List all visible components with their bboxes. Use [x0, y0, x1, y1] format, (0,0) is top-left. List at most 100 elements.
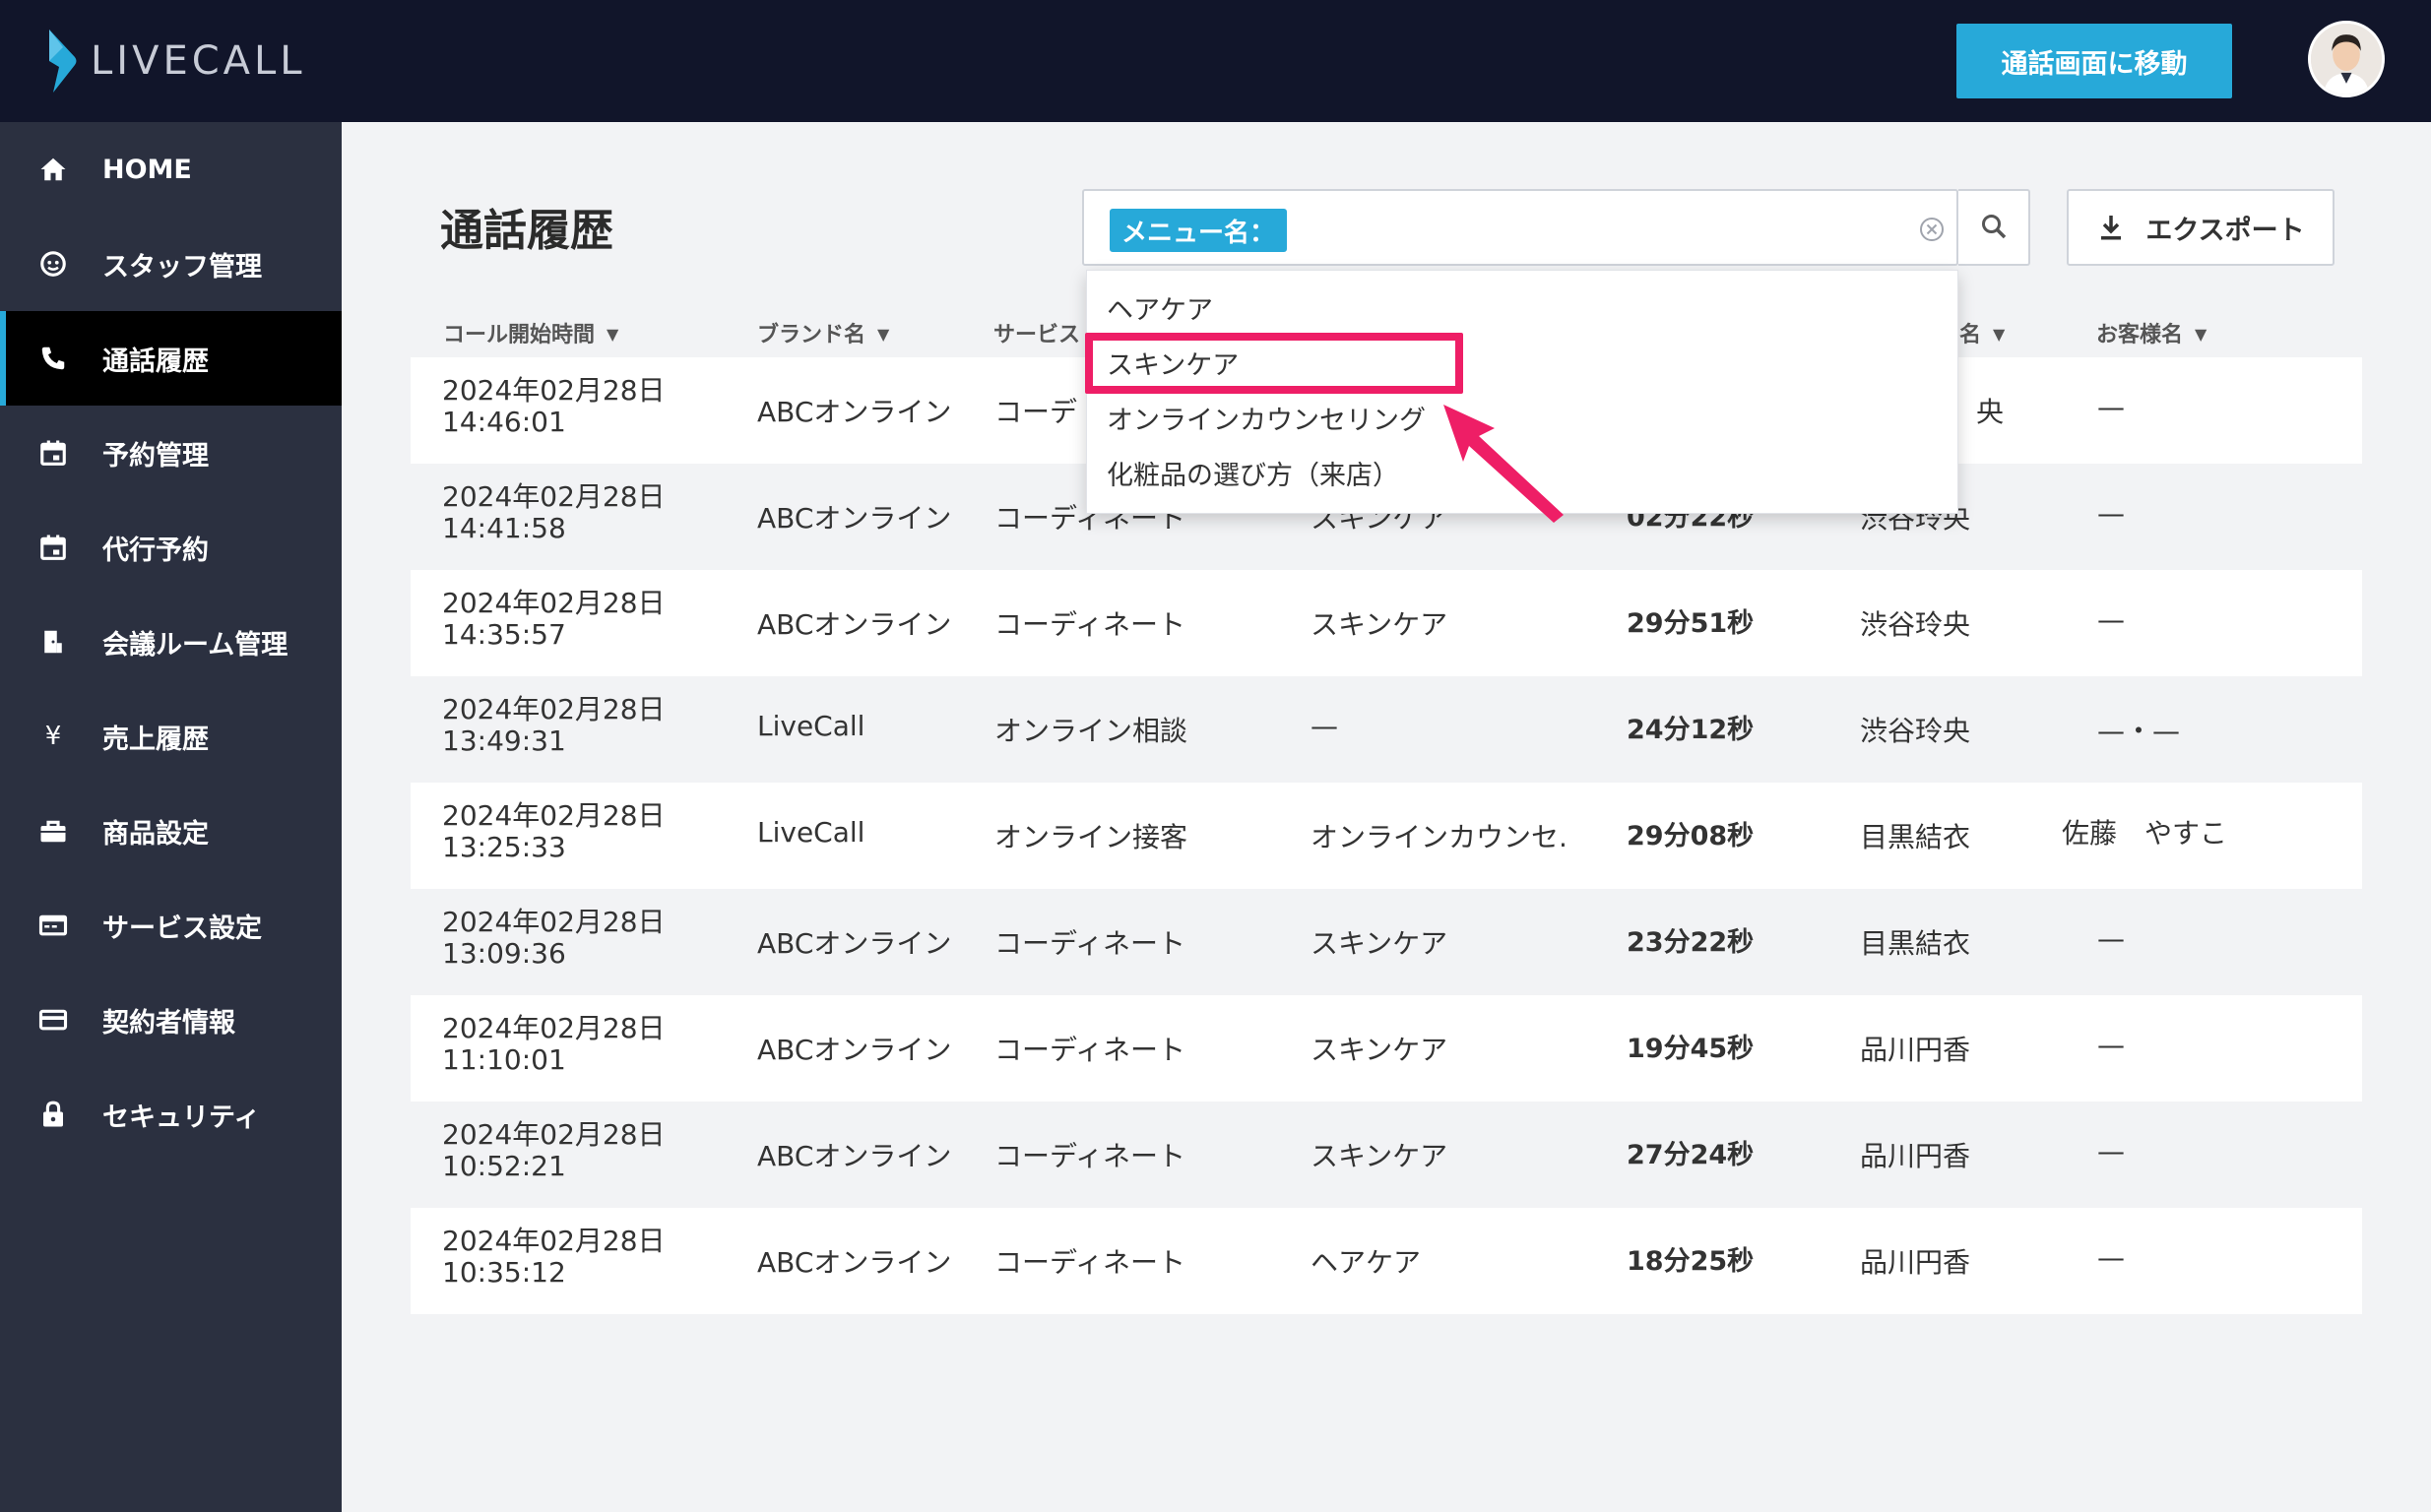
sidebar-item-proxy-reservation[interactable]: 代行予約	[0, 500, 342, 595]
menu-cell: スキンケア	[1311, 927, 1448, 960]
service-cell: オンライン相談	[994, 715, 1188, 747]
column-header-customer[interactable]: お客様名 ▼	[2096, 317, 2207, 348]
goto-call-button[interactable]: 通話画面に移動	[1956, 24, 2232, 98]
filter-chip-menu-name[interactable]: メニュー名：	[1110, 209, 1288, 252]
customer-cell: —	[2097, 1029, 2125, 1061]
register-icon	[37, 910, 69, 941]
sidebar-item-service-settings[interactable]: サービス設定	[0, 878, 342, 973]
service-cell: コーディネート	[994, 608, 1186, 641]
search-button[interactable]	[1958, 189, 2030, 266]
sidebar-item-call-history[interactable]: 通話履歴	[0, 311, 342, 406]
duration-cell: 19分45秒	[1627, 1034, 1755, 1064]
calendar-icon	[37, 437, 69, 469]
service-cell: コーディネート	[994, 1140, 1186, 1172]
sidebar-item-label: セキュリティ	[102, 1102, 261, 1133]
sort-caret-icon: ▼	[2195, 325, 2207, 344]
start-time-cell: 2024年02月28日 14:46:01	[442, 374, 666, 438]
phone-icon	[37, 343, 69, 374]
table-row[interactable]: 2024年02月28日 10:52:21 ABCオンライン コーディネート スキン…	[411, 1102, 2362, 1208]
door-icon	[37, 626, 69, 658]
service-cell: オンライン接客	[994, 821, 1188, 853]
column-header-brand[interactable]: ブランド名 ▼	[757, 317, 889, 348]
sidebar-item-product-settings[interactable]: 商品設定	[0, 784, 342, 878]
brand-cell: ABCオンライン	[757, 608, 952, 641]
customer-cell: —	[2097, 1135, 2125, 1167]
sidebar-item-security[interactable]: セキュリティ	[0, 1067, 342, 1162]
sidebar-item-reservations[interactable]: 予約管理	[0, 406, 342, 500]
brand-cell: ABCオンライン	[757, 502, 952, 535]
start-time-cell: 2024年02月28日 13:09:36	[442, 906, 666, 970]
sidebar-item-sales-history[interactable]: ¥ 売上履歴	[0, 689, 342, 784]
livecall-logo[interactable]: LIVECALL	[45, 28, 306, 94]
table-row[interactable]: 2024年02月28日 13:25:33 LiveCall オンライン接客 オンラ…	[411, 783, 2362, 889]
briefcase-icon	[37, 815, 69, 847]
duration-cell: 27分24秒	[1627, 1140, 1755, 1170]
sidebar: HOME スタッフ管理 通話履歴 予約管理 代行予約 会議ルーム管理 ¥ 売上履…	[0, 122, 342, 1512]
start-time-cell: 2024年02月28日 10:35:12	[442, 1225, 666, 1289]
lock-icon	[37, 1099, 69, 1130]
card-icon	[37, 1004, 69, 1036]
sidebar-item-staff[interactable]: スタッフ管理	[0, 217, 342, 311]
table-row[interactable]: 2024年02月28日 11:10:01 ABCオンライン コーディネート スキン…	[411, 995, 2362, 1102]
brand-cell: ABCオンライン	[757, 1140, 952, 1172]
sidebar-item-label: 代行予約	[102, 535, 209, 566]
duration-cell: 24分12秒	[1627, 715, 1755, 745]
sidebar-item-contract-info[interactable]: 契約者情報	[0, 973, 342, 1067]
column-header-start-time[interactable]: コール開始時間 ▼	[443, 317, 618, 348]
duration-cell: 23分22秒	[1627, 927, 1755, 958]
duration-cell: 29分51秒	[1627, 608, 1755, 639]
export-button[interactable]: エクスポート	[2067, 189, 2335, 266]
dropdown-option-online-counseling[interactable]: オンラインカウンセリング	[1107, 399, 1426, 437]
export-label: エクスポート	[2145, 215, 2305, 245]
menu-cell: スキンケア	[1311, 1140, 1448, 1172]
staff-cell: 品川円香	[1860, 1140, 1971, 1172]
start-time-cell: 2024年02月28日 11:10:01	[442, 1012, 666, 1076]
service-cell: コーデ	[994, 396, 1078, 428]
logo-mark-icon	[45, 28, 79, 94]
brand-cell: LiveCall	[757, 710, 865, 742]
sidebar-item-label: 会議ルーム管理	[102, 629, 288, 661]
sidebar-item-home[interactable]: HOME	[0, 122, 342, 217]
dropdown-option-haircare[interactable]: ヘアケア	[1107, 288, 1213, 327]
staff-icon	[37, 248, 69, 280]
menu-cell: ヘアケア	[1311, 1246, 1422, 1279]
column-header-service[interactable]: サービス	[993, 317, 1080, 348]
sort-caret-icon: ▼	[607, 325, 619, 344]
service-cell: コーディネート	[994, 1246, 1186, 1279]
staff-cell: 渋谷玲央	[1860, 608, 1971, 641]
top-bar: LIVECALL 通話画面に移動	[0, 0, 2431, 122]
start-time-cell: 2024年02月28日 13:25:33	[442, 799, 666, 863]
home-icon	[37, 154, 69, 185]
table-row[interactable]: 2024年02月28日 13:09:36 ABCオンライン コーディネート スキン…	[411, 889, 2362, 995]
page-title: 通話履歴	[440, 206, 613, 256]
staff-cell: 目黒結衣	[1860, 927, 1971, 960]
brand-cell: ABCオンライン	[757, 927, 952, 960]
highlight-box	[1085, 333, 1463, 394]
duration-cell: 18分25秒	[1627, 1246, 1755, 1277]
customer-cell: 佐藤 やすこ	[2062, 817, 2228, 850]
start-time-cell: 2024年02月28日 14:35:57	[442, 587, 666, 651]
duration-cell: 29分08秒	[1627, 821, 1755, 851]
brand-cell: ABCオンライン	[757, 396, 952, 428]
search-icon	[1979, 212, 2009, 244]
customer-cell: —	[2097, 1241, 2125, 1274]
dropdown-option-cosmetics-selection[interactable]: 化粧品の選び方（来店）	[1107, 454, 1399, 492]
search-input[interactable]: メニュー名：	[1082, 189, 1958, 266]
sidebar-item-label: サービス設定	[102, 913, 262, 944]
user-avatar[interactable]	[2308, 21, 2385, 97]
clear-icon[interactable]	[1917, 215, 1947, 244]
table-row[interactable]: 2024年02月28日 10:35:12 ABCオンライン コーディネート ヘアケ…	[411, 1208, 2362, 1314]
table-row[interactable]: 2024年02月28日 13:49:31 LiveCall オンライン相談 — 2…	[411, 676, 2362, 783]
sidebar-item-meeting-rooms[interactable]: 会議ルーム管理	[0, 595, 342, 689]
service-cell: コーディネート	[994, 1034, 1186, 1066]
table-row[interactable]: 2024年02月28日 14:35:57 ABCオンライン コーディネート スキン…	[411, 570, 2362, 676]
brand-cell: ABCオンライン	[757, 1246, 952, 1279]
start-time-cell: 2024年02月28日 14:41:58	[442, 480, 666, 544]
staff-cell: 央	[1976, 396, 2005, 428]
menu-cell: オンラインカウンセ.	[1311, 821, 1567, 853]
sidebar-item-label: HOME	[102, 154, 192, 185]
customer-cell: —	[2097, 497, 2125, 530]
menu-cell: —	[1311, 710, 1338, 742]
sidebar-item-label: 通話履歴	[102, 346, 209, 377]
sort-caret-icon: ▼	[1993, 325, 2006, 344]
